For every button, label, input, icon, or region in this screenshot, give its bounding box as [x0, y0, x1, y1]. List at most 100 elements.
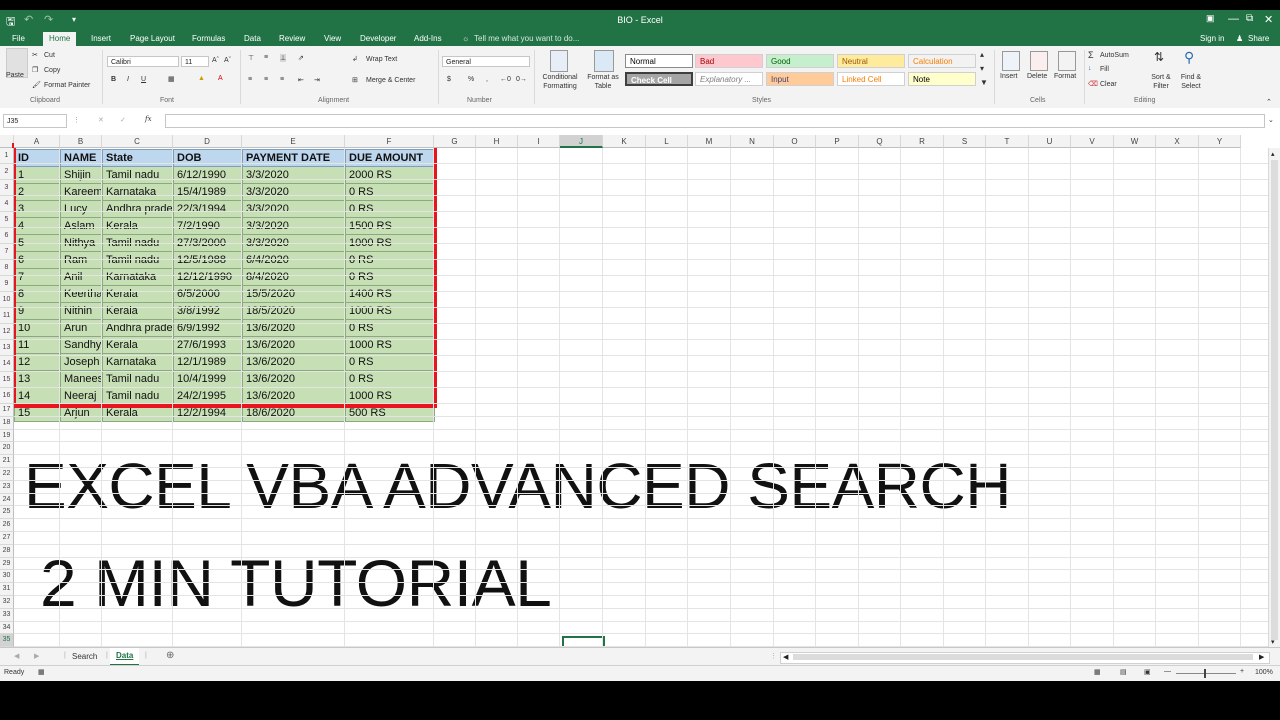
expand-formula-icon[interactable]: ⌄ [1268, 116, 1274, 124]
row-header-14[interactable]: 14 [0, 356, 14, 372]
column-header-j[interactable]: J [560, 135, 603, 148]
cell-style-neutral[interactable]: Neutral [837, 54, 905, 68]
find-icon[interactable]: ⚲ [1184, 49, 1194, 66]
format-painter-button[interactable]: Format Painter [44, 82, 90, 89]
cell-style-check-cell[interactable]: Check Cell [625, 72, 693, 86]
column-header-c[interactable]: C [102, 135, 173, 148]
decrease-decimal-icon[interactable]: 0→ [516, 76, 527, 83]
delete-cells-icon[interactable] [1030, 51, 1048, 71]
tab-developer[interactable]: Developer [360, 34, 396, 43]
row-header-21[interactable]: 21 [0, 455, 14, 468]
scroll-thumb[interactable] [1271, 160, 1278, 640]
format-as-table-icon[interactable] [594, 50, 614, 72]
column-header-l[interactable]: L [646, 135, 688, 148]
row-header-7[interactable]: 7 [0, 244, 14, 260]
styles-more-icon[interactable]: ▼ [980, 78, 988, 87]
align-middle-icon[interactable]: ≡ [264, 54, 268, 61]
format-cells-icon[interactable] [1058, 51, 1076, 71]
row-header-31[interactable]: 31 [0, 583, 14, 596]
prev-sheet-icon[interactable]: ◀ [14, 652, 19, 660]
formula-input[interactable] [165, 114, 1265, 128]
scroll-left-icon[interactable]: ◀ [783, 653, 788, 661]
row-header-6[interactable]: 6 [0, 228, 14, 244]
tab-insert[interactable]: Insert [91, 34, 111, 43]
minimize-icon[interactable]: — [1228, 13, 1239, 25]
delete-cells-button[interactable]: Delete [1027, 73, 1047, 80]
merge-icon[interactable]: ⊞ [352, 76, 358, 84]
cell-style-note[interactable]: Note [908, 72, 976, 86]
sheet-tab-search[interactable]: Search [72, 652, 97, 661]
borders-icon[interactable]: ▦ [168, 75, 175, 83]
merge-center-button[interactable]: Merge & Center [366, 77, 415, 84]
cell-style-input[interactable]: Input [766, 72, 834, 86]
row-header-13[interactable]: 13 [0, 340, 14, 356]
restore-icon[interactable]: ⧉ [1246, 13, 1253, 24]
bold-button[interactable]: B [111, 76, 116, 83]
column-header-q[interactable]: Q [859, 135, 901, 148]
zoom-in-icon[interactable]: + [1240, 668, 1244, 675]
share-button[interactable]: Share [1248, 34, 1269, 43]
column-header-d[interactable]: D [173, 135, 242, 148]
align-top-icon[interactable]: ⊤ [248, 54, 254, 62]
column-header-u[interactable]: U [1029, 135, 1071, 148]
paste-button[interactable]: Paste [6, 72, 24, 79]
ribbon-display-icon[interactable]: ▣ [1206, 13, 1215, 24]
hscroll-split-icon[interactable]: ⋮ [770, 652, 777, 660]
row-header-35[interactable]: 35 [0, 634, 14, 648]
find-select-button[interactable]: Find & Select [1176, 73, 1206, 91]
collapse-ribbon-icon[interactable]: ⌃ [1266, 98, 1272, 106]
insert-cells-icon[interactable] [1002, 51, 1020, 71]
row-header-30[interactable]: 30 [0, 570, 14, 584]
clear-button[interactable]: Clear [1100, 81, 1117, 88]
format-painter-icon[interactable]: 🖌 [32, 81, 41, 89]
vertical-scrollbar[interactable]: ▴ ▾ [1268, 148, 1280, 647]
row-header-34[interactable]: 34 [0, 621, 14, 635]
wrap-text-icon[interactable]: ↲ [352, 55, 358, 63]
row-header-32[interactable]: 32 [0, 596, 14, 609]
row-header-27[interactable]: 27 [0, 532, 14, 545]
column-header-f[interactable]: F [345, 135, 434, 148]
tab-file[interactable]: File [12, 34, 25, 43]
column-header-g[interactable]: G [434, 135, 476, 148]
column-header-v[interactable]: V [1071, 135, 1114, 148]
zoom-slider-thumb[interactable] [1204, 669, 1206, 678]
decrease-indent-icon[interactable]: ⇤ [298, 76, 304, 84]
cell-style-linked-cell[interactable]: Linked Cell [837, 72, 905, 86]
tab-formulas[interactable]: Formulas [192, 34, 225, 43]
column-header-s[interactable]: S [944, 135, 986, 148]
align-bottom-icon[interactable]: ⊥ [280, 54, 287, 62]
row-header-12[interactable]: 12 [0, 324, 14, 340]
row-header-15[interactable]: 15 [0, 372, 14, 388]
column-header-a[interactable]: A [14, 135, 60, 148]
horizontal-scrollbar[interactable]: ◀ ▶ [780, 652, 1270, 664]
row-header-3[interactable]: 3 [0, 180, 14, 196]
cell-style-good[interactable]: Good [766, 54, 834, 68]
row-header-24[interactable]: 24 [0, 493, 14, 507]
row-header-33[interactable]: 33 [0, 608, 14, 622]
row-header-9[interactable]: 9 [0, 276, 14, 292]
increase-decimal-icon[interactable]: ←0 [500, 76, 511, 83]
underline-button[interactable]: U [141, 76, 146, 83]
page-layout-view-icon[interactable]: ▤ [1120, 668, 1127, 676]
row-header-2[interactable]: 2 [0, 164, 14, 180]
align-center-icon[interactable]: ≡ [264, 76, 268, 83]
autosum-icon[interactable]: Σ [1088, 50, 1094, 60]
conditional-formatting-button[interactable]: Conditional Formatting [538, 73, 582, 91]
wrap-text-button[interactable]: Wrap Text [366, 56, 397, 63]
column-header-k[interactable]: K [603, 135, 646, 148]
row-header-22[interactable]: 22 [0, 468, 14, 481]
column-header-i[interactable]: I [518, 135, 560, 148]
insert-cells-button[interactable]: Insert [1000, 73, 1018, 80]
cell-style-bad[interactable]: Bad [695, 54, 763, 68]
column-header-o[interactable]: O [774, 135, 816, 148]
fill-color-icon[interactable]: ▲ [198, 75, 205, 82]
tell-me-box[interactable]: Tell me what you want to do... [474, 34, 579, 43]
increase-indent-icon[interactable]: ⇥ [314, 76, 320, 84]
cut-icon[interactable]: ✂ [32, 51, 38, 59]
row-header-8[interactable]: 8 [0, 260, 14, 276]
row-header-10[interactable]: 10 [0, 292, 14, 308]
copy-button[interactable]: Copy [44, 67, 60, 74]
column-header-m[interactable]: M [688, 135, 731, 148]
tab-home[interactable]: Home [43, 32, 77, 46]
column-header-n[interactable]: N [731, 135, 774, 148]
